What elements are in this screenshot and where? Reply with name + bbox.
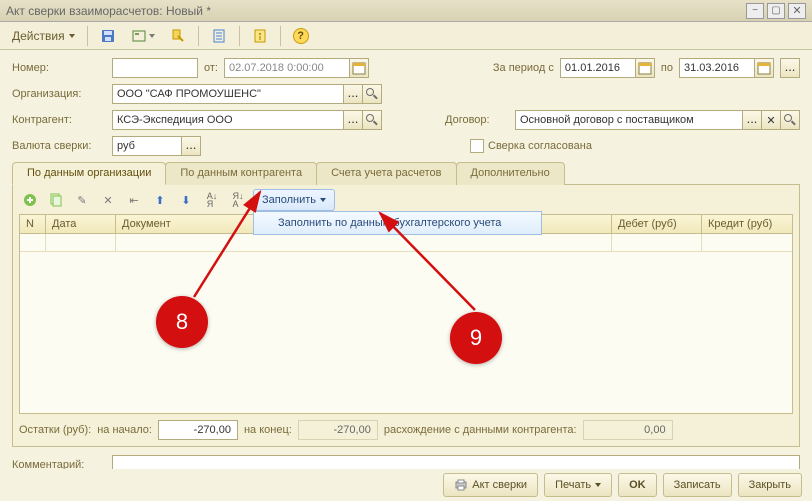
annotation-badge-9: 9 xyxy=(450,312,502,364)
annotation-badge-8: 8 xyxy=(156,296,208,348)
annotation-arrows xyxy=(0,0,812,501)
